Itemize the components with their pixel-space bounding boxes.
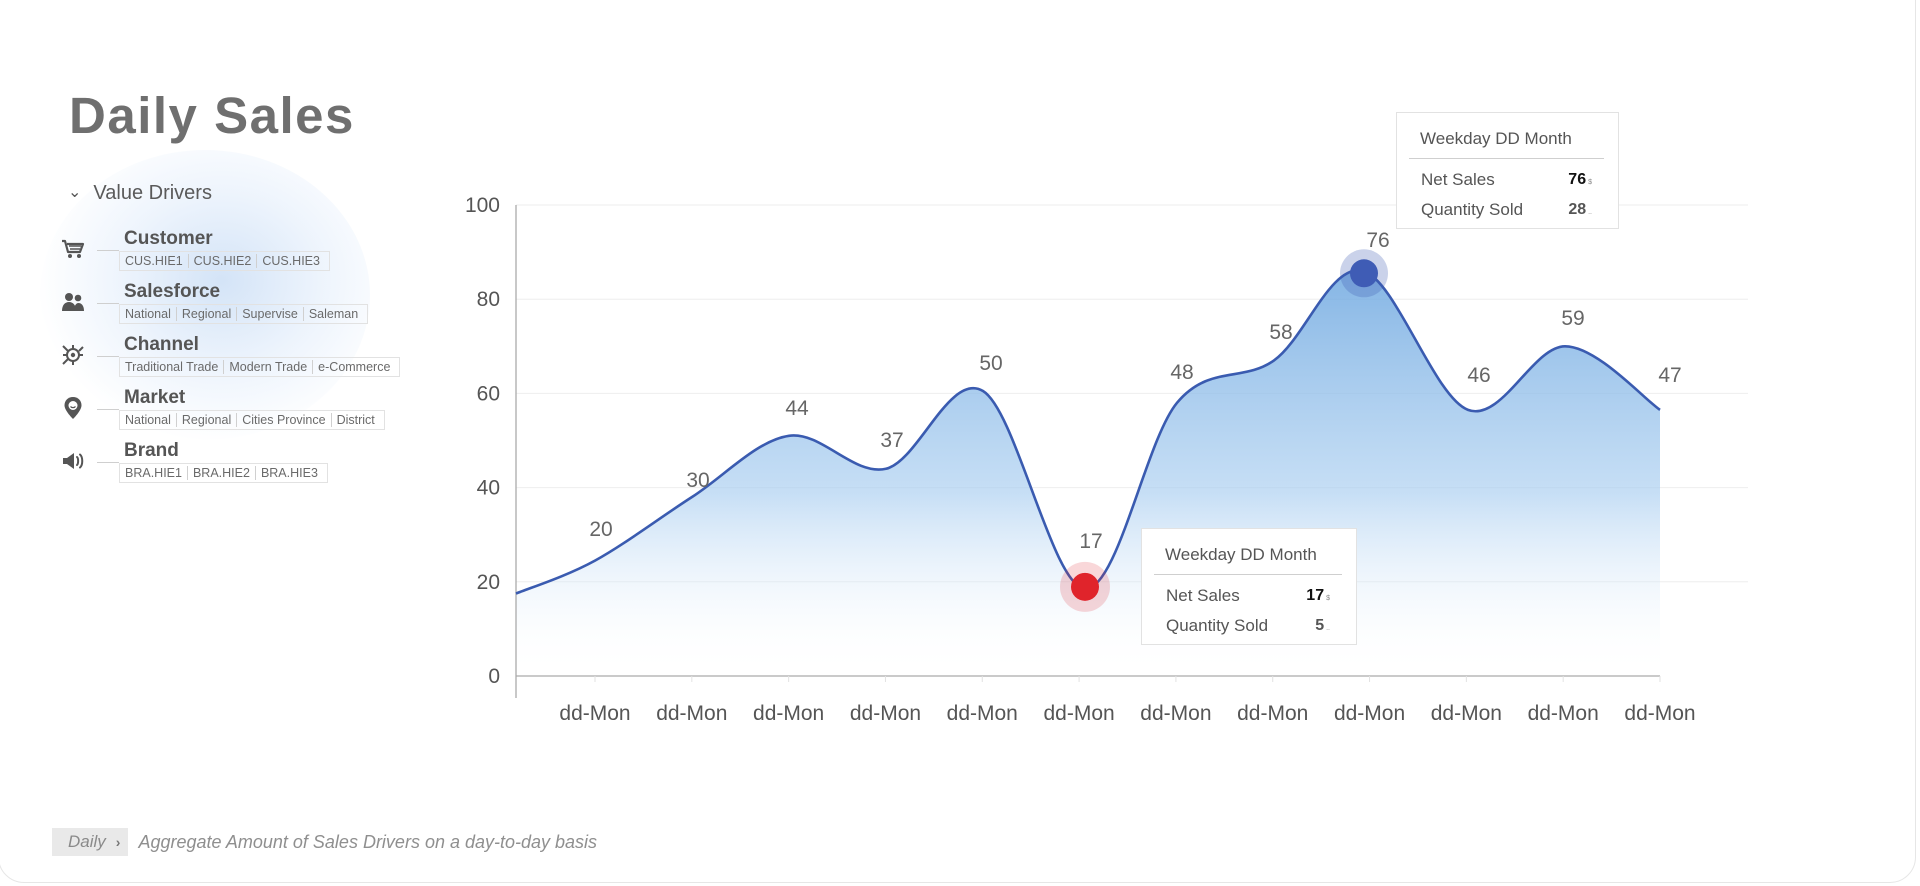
tooltip-label: Net Sales	[1421, 170, 1495, 189]
breadcrumb-label: Daily	[68, 832, 106, 851]
x-tick-label: dd-Mon	[1528, 702, 1599, 725]
x-tick-label: dd-Mon	[1043, 702, 1114, 725]
tooltip-label: Net Sales	[1166, 586, 1240, 605]
tooltip-value: 76	[1568, 171, 1587, 188]
x-tick-label: dd-Mon	[753, 702, 824, 725]
x-tick-label: dd-Mon	[1237, 702, 1308, 725]
x-tick-label: dd-Mon	[1431, 702, 1502, 725]
chevron-right-icon: ›	[115, 834, 121, 850]
y-tick-label: 0	[488, 665, 500, 688]
footer: Daily › Aggregate Amount of Sales Driver…	[52, 828, 597, 856]
x-tick-label: dd-Mon	[1624, 702, 1695, 725]
unit-icon: ..	[1588, 209, 1592, 216]
data-label: 50	[979, 352, 1002, 375]
y-tick-label: 40	[477, 477, 500, 500]
data-label: 47	[1658, 364, 1681, 387]
x-tick-label: dd-Mon	[1140, 702, 1211, 725]
tooltip-label: Quantity Sold	[1421, 200, 1524, 219]
x-tick-label: dd-Mon	[559, 702, 630, 725]
breadcrumb[interactable]: Daily ›	[52, 828, 129, 856]
data-label: 76	[1366, 229, 1389, 252]
tooltip-value: 28	[1568, 201, 1587, 218]
data-label: 59	[1561, 307, 1584, 330]
data-label: 20	[589, 518, 612, 541]
y-tick-label: 20	[477, 571, 500, 594]
footer-description: Aggregate Amount of Sales Drivers on a d…	[138, 831, 598, 852]
tooltip-low: Weekday DD Month Net Sales 17 $ Quantity …	[1141, 528, 1357, 645]
x-tick-label: dd-Mon	[656, 702, 727, 725]
data-label: 17	[1079, 530, 1102, 553]
data-label: 30	[686, 469, 709, 492]
tooltip-value: 17	[1306, 587, 1325, 604]
x-tick-label: dd-Mon	[1334, 702, 1405, 725]
high-point-marker	[1350, 259, 1378, 288]
x-tick-label: dd-Mon	[947, 702, 1018, 725]
y-tick-label: 100	[465, 194, 500, 217]
unit-icon: $	[1326, 595, 1330, 602]
tooltip-high: Weekday DD Month Net Sales 76 $ Quantity …	[1396, 112, 1619, 229]
daily-sales-chart: 0 20 40 60 80 100 dd-Mon dd-Mon dd-Mon dd-Mon dd-M…	[465, 194, 1748, 725]
unit-icon: $	[1588, 179, 1592, 186]
data-label: 44	[785, 397, 809, 420]
y-tick-label: 60	[477, 382, 500, 405]
x-tick-label: dd-Mon	[850, 702, 921, 725]
low-point-marker	[1071, 572, 1099, 601]
tooltip-value: 5	[1315, 617, 1325, 634]
tooltip-header: Weekday DD Month	[1154, 529, 1342, 575]
tooltip-label: Quantity Sold	[1166, 616, 1269, 635]
unit-icon: ..	[1326, 625, 1330, 632]
tooltip-header: Weekday DD Month	[1409, 113, 1604, 159]
data-label: 48	[1170, 361, 1193, 384]
data-label: 58	[1269, 321, 1292, 344]
data-label: 37	[880, 429, 903, 452]
y-tick-label: 80	[477, 288, 500, 311]
data-label: 46	[1467, 364, 1490, 387]
